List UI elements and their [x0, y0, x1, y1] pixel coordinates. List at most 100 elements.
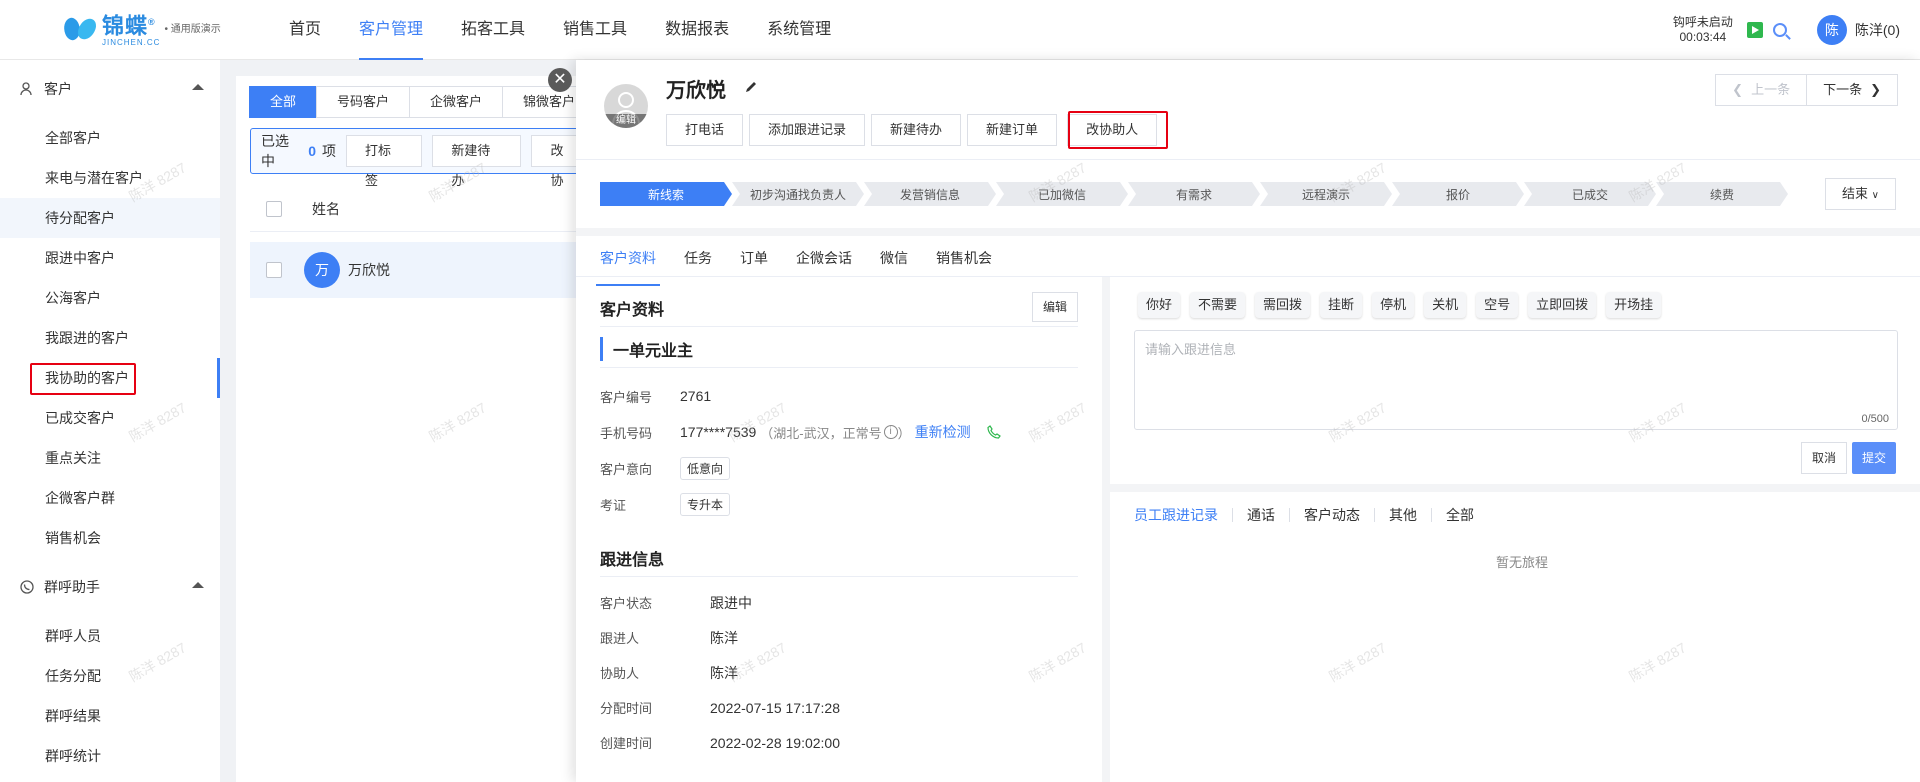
close-drawer-icon[interactable]: ✕: [548, 68, 572, 92]
customer-list-panel: 全部 号码客户 企微客户 锦微客户 已选中 0 项 打标签 新建待办 改协 姓名…: [236, 76, 596, 782]
tab-customer-profile[interactable]: 客户资料: [596, 244, 660, 286]
nav-data-reports[interactable]: 数据报表: [646, 0, 748, 60]
customer-detail-drawer: 编辑 万欣悦 打电话 添加跟进记录 新建待办 新建订单 改协助人 ❮ 上一条 下…: [576, 60, 1920, 782]
tab-orders[interactable]: 订单: [740, 244, 768, 280]
field-label: 分配时间: [600, 701, 653, 716]
edit-profile-button[interactable]: 编辑: [1031, 292, 1078, 322]
phone-call-icon[interactable]: [987, 425, 1001, 439]
quick-phrase[interactable]: 不需要: [1190, 292, 1246, 318]
sidebar-item-call-results[interactable]: 群呼结果: [0, 696, 220, 736]
customer-name[interactable]: 万欣悦: [348, 260, 390, 280]
sidebar-item-sales-opportunities[interactable]: 销售机会: [0, 518, 220, 558]
customer-info-panel: 客户资料 编辑 一单元业主 客户编号 2761 手机号码 177****7539…: [600, 280, 1078, 760]
call-button[interactable]: 打电话: [666, 114, 744, 146]
sidebar-item-key-focus[interactable]: 重点关注: [0, 438, 220, 478]
end-button[interactable]: 结束 ∨: [1825, 178, 1896, 210]
nav-sales-tools[interactable]: 销售工具: [544, 0, 646, 60]
sidebar-item-wecom-groups[interactable]: 企微客户群: [0, 478, 220, 518]
sidebar-item-all-customers[interactable]: 全部客户: [0, 118, 220, 158]
stage-new-lead[interactable]: 新线索: [600, 182, 732, 206]
user-name[interactable]: 陈洋(0): [1855, 20, 1900, 40]
quick-phrase[interactable]: 立即回拨: [1528, 292, 1597, 318]
quick-phrase[interactable]: 挂断: [1320, 292, 1363, 318]
new-order-button[interactable]: 新建订单: [967, 114, 1058, 146]
quick-phrase[interactable]: 关机: [1424, 292, 1467, 318]
quick-phrase[interactable]: 空号: [1476, 292, 1519, 318]
quick-phrase[interactable]: 开场挂: [1606, 292, 1662, 318]
quick-phrase[interactable]: 需回拨: [1255, 292, 1311, 318]
tab-all[interactable]: 全部: [249, 86, 317, 118]
call-timer: 00:03:44: [1679, 30, 1727, 44]
tag-button[interactable]: 打标签: [346, 135, 423, 188]
submit-button[interactable]: 提交: [1852, 442, 1897, 474]
stage-has-demand[interactable]: 有需求: [1128, 182, 1260, 206]
tab-customer-activity[interactable]: 客户动态: [1289, 508, 1374, 522]
group-title: 一单元业主: [600, 337, 1078, 361]
detail-tabs: 客户资料 任务 订单 企微会话 微信 销售机会: [596, 244, 1020, 286]
stage-initial-contact[interactable]: 初步沟通找负责人: [732, 182, 864, 206]
phone-number: 177****7539: [680, 424, 757, 440]
tab-all-records[interactable]: 全部: [1431, 508, 1488, 522]
follow-up-input[interactable]: 请输入跟进信息 0/500: [1134, 330, 1898, 430]
pencil-icon[interactable]: [744, 80, 758, 94]
call-status: 钩呼未启动 00:03:44: [1673, 15, 1733, 45]
sidebar-item-incoming-potential[interactable]: 来电与潜在客户: [0, 158, 220, 198]
nav-customer-management[interactable]: 客户管理: [340, 0, 442, 60]
caret-up-icon: [192, 582, 204, 588]
sidebar-item-call-stats[interactable]: 群呼统计: [0, 736, 220, 776]
top-navbar: 锦蝶® JINCHEN.CC • 通用版演示 首页 客户管理 拓客工具 销售工具…: [0, 0, 1920, 60]
stage-closed[interactable]: 已成交: [1524, 182, 1656, 206]
sidebar-item-public-pool[interactable]: 公海客户: [0, 278, 220, 318]
empty-state: 暂无旅程: [1496, 555, 1549, 570]
new-todo-button[interactable]: 新建待办: [871, 114, 962, 146]
stage-wechat-added[interactable]: 已加微信: [996, 182, 1128, 206]
stage-remote-demo[interactable]: 远程演示: [1260, 182, 1392, 206]
customer-avatar[interactable]: 编辑: [604, 84, 648, 128]
sidebar-group-customers[interactable]: 客户: [0, 60, 220, 118]
recheck-link[interactable]: 重新检测: [915, 422, 971, 442]
row-checkbox[interactable]: [266, 262, 282, 278]
avatar-edit-label: 编辑: [604, 114, 648, 128]
highlight-box-action: [1068, 111, 1168, 149]
sidebar-group-group-call[interactable]: 群呼助手: [0, 558, 220, 616]
select-all-checkbox[interactable]: [266, 200, 282, 217]
brand-logo[interactable]: 锦蝶® JINCHEN.CC • 通用版演示: [60, 12, 221, 47]
sidebar-item-my-followed[interactable]: 我跟进的客户: [0, 318, 220, 358]
quick-phrase[interactable]: 停机: [1372, 292, 1415, 318]
sidebar-item-closed-deals[interactable]: 已成交客户: [0, 398, 220, 438]
cancel-button[interactable]: 取消: [1801, 442, 1848, 474]
next-record-button[interactable]: 下一条 ❯: [1806, 74, 1898, 106]
chevron-left-icon: ❮: [1732, 82, 1744, 97]
play-icon[interactable]: [1746, 22, 1763, 38]
sidebar-item-task-assign[interactable]: 任务分配: [0, 656, 220, 696]
tab-wecom-customers[interactable]: 企微客户: [409, 86, 503, 118]
new-todo-button[interactable]: 新建待办: [432, 135, 522, 188]
stage-marketing-info[interactable]: 发营销信息: [864, 182, 996, 206]
add-follow-record-button[interactable]: 添加跟进记录: [749, 114, 866, 146]
tab-phone-customers[interactable]: 号码客户: [316, 86, 410, 118]
table-row[interactable]: 万 万欣悦: [250, 242, 596, 298]
nav-prospecting-tools[interactable]: 拓客工具: [442, 0, 544, 60]
nav-home[interactable]: 首页: [270, 0, 340, 60]
sidebar-item-to-assign[interactable]: 待分配客户: [0, 198, 220, 238]
tab-sales-opportunities[interactable]: 销售机会: [936, 244, 992, 280]
tab-wecom-chat[interactable]: 企微会话: [796, 244, 852, 280]
stage-quote[interactable]: 报价: [1392, 182, 1524, 206]
info-icon[interactable]: i: [883, 425, 898, 439]
user-avatar[interactable]: 陈: [1816, 15, 1847, 45]
tab-wechat[interactable]: 微信: [880, 244, 908, 280]
prev-record-button[interactable]: ❮ 上一条: [1715, 74, 1808, 106]
sidebar: 客户 全部客户 来电与潜在客户 待分配客户 跟进中客户 公海客户 我跟进的客户 …: [0, 60, 220, 782]
tab-calls[interactable]: 通话: [1232, 508, 1289, 522]
quick-phrase[interactable]: 你好: [1138, 292, 1181, 318]
stage-renewal[interactable]: 续费: [1656, 182, 1788, 206]
tab-tasks[interactable]: 任务: [684, 244, 712, 280]
divider: [576, 228, 1920, 236]
sidebar-item-call-staff[interactable]: 群呼人员: [0, 616, 220, 656]
sidebar-item-following[interactable]: 跟进中客户: [0, 238, 220, 278]
tab-other[interactable]: 其他: [1374, 508, 1431, 522]
nav-system-management[interactable]: 系统管理: [748, 0, 850, 60]
tab-staff-records[interactable]: 员工跟进记录: [1134, 508, 1232, 522]
selection-bar: 已选中 0 项 打标签 新建待办 改协: [250, 128, 596, 188]
search-icon[interactable]: [1772, 23, 1787, 37]
